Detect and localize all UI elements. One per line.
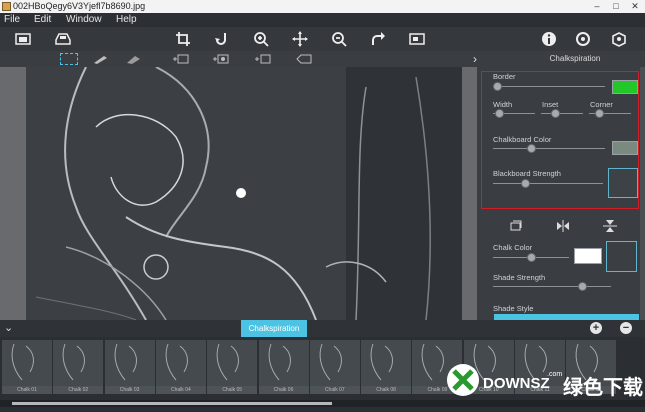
move-icon[interactable] [291, 30, 309, 48]
border-track[interactable] [493, 86, 605, 87]
chalk-color-label: Chalk Color [493, 243, 533, 252]
corner-slider[interactable] [595, 109, 604, 118]
watermark-logo: DOWNSZ .com 绿色下载 [445, 358, 645, 407]
preset-thumbnail-label: Chalk 03 [119, 387, 140, 393]
preset-category-tab[interactable]: Chalkspiration [241, 320, 307, 337]
border-slider[interactable] [493, 82, 502, 91]
chalk-texture-preview[interactable] [606, 241, 637, 272]
preset-thumbnail[interactable]: Chalk 07 [309, 340, 360, 394]
expand-panel-icon[interactable]: › [473, 51, 483, 67]
settings-icon[interactable] [574, 30, 592, 48]
close-button[interactable]: ✕ [626, 0, 644, 13]
remove-preset-button[interactable]: − [620, 322, 632, 334]
zoom-out-icon[interactable] [330, 30, 348, 48]
chalkboard-color-slider[interactable] [526, 144, 536, 153]
chalk-photo[interactable] [26, 67, 462, 320]
preset-thumbnail[interactable]: Chalk 02 [53, 340, 104, 394]
brush-icon[interactable] [92, 53, 110, 65]
chalk-color-swatch[interactable] [574, 248, 602, 264]
presets-bar: ⌄ [0, 320, 645, 337]
preset-thumbnail-label: Chalk 06 [273, 387, 294, 393]
flip-vertical-icon[interactable] [603, 220, 617, 232]
maximize-button[interactable]: □ [607, 0, 625, 13]
preset-thumbnail-label: Chalk 08 [376, 387, 396, 393]
preset-thumbnail-label: Chalk 07 [324, 387, 345, 393]
fit-screen-icon[interactable] [408, 30, 426, 48]
corner-label: Corner [590, 100, 613, 109]
redo-icon[interactable] [369, 30, 387, 48]
watermark-text: DOWNSZ [483, 375, 550, 392]
panel-scrollbar[interactable] [640, 67, 645, 320]
preset-thumbnail-label: Chalk 01 [17, 387, 37, 393]
blackboard-strength-track[interactable] [493, 183, 603, 184]
share-icon[interactable] [610, 30, 628, 48]
rotate-icon[interactable] [213, 30, 231, 48]
add-frame-icon[interactable] [254, 53, 272, 65]
preset-thumbnail[interactable]: Chalk 05 [207, 340, 258, 394]
strip-scroll-thumb[interactable] [12, 402, 332, 405]
shade-strength-slider[interactable] [578, 282, 587, 291]
menu-bar: File Edit Window Help [0, 13, 645, 27]
inset-label: Inset [542, 100, 559, 109]
clear-icon[interactable] [295, 53, 313, 65]
preset-thumbnail[interactable]: Chalk 03 [104, 340, 155, 394]
preset-thumbnail-label: Chalk 05 [222, 387, 243, 393]
blackboard-texture-preview[interactable] [608, 168, 638, 198]
preset-thumbnail[interactable]: Chalk 06 [258, 340, 309, 394]
inset-track[interactable] [541, 113, 583, 114]
chalkboard-color-swatch[interactable] [612, 141, 638, 155]
flip-horizontal-icon[interactable] [556, 220, 570, 232]
eraser-icon[interactable] [125, 53, 143, 65]
inset-slider[interactable] [551, 109, 560, 118]
info-icon[interactable] [540, 30, 558, 48]
window-title: 002HBoQegy6V3Yjefl7b8690.jpg [13, 1, 146, 11]
preset-thumbnail[interactable]: Chalk 04 [155, 340, 206, 394]
add-preset-button[interactable]: + [590, 322, 602, 334]
shade-strength-track[interactable] [493, 286, 611, 287]
shade-style-label: Shade Style [493, 304, 534, 313]
title-bar: 002HBoQegy6V3Yjefl7b8690.jpg – □ ✕ [0, 0, 645, 13]
preset-thumbnail[interactable]: Chalk 01 [2, 340, 52, 394]
menu-file[interactable]: File [4, 13, 20, 27]
minimize-button[interactable]: – [588, 0, 606, 13]
width-label: Width [493, 100, 513, 109]
menu-help[interactable]: Help [116, 13, 137, 27]
menu-window[interactable]: Window [66, 13, 102, 27]
blackboard-strength-slider[interactable] [520, 179, 530, 188]
watermark-suffix: .com [547, 371, 562, 378]
watermark-cn: 绿色下载 [563, 375, 643, 399]
app-icon [2, 2, 11, 11]
add-layer-icon[interactable] [172, 53, 190, 65]
preset-thumbnail[interactable]: Chalk 08 [361, 340, 412, 394]
rect-select-icon[interactable] [60, 53, 78, 65]
main-toolbar [0, 27, 645, 51]
zoom-in-icon[interactable] [252, 30, 270, 48]
menu-edit[interactable]: Edit [34, 13, 51, 27]
image-icon[interactable] [14, 30, 32, 48]
panel-title: Chalkspiration [549, 54, 601, 63]
chalkboard-color-label: Chalkboard Color [493, 135, 552, 144]
blackboard-strength-label: Blackboard Strength [493, 169, 561, 178]
crop-icon[interactable] [174, 30, 192, 48]
rotate-texture-icon[interactable] [509, 220, 523, 232]
preset-thumbnail-label: Chalk 04 [171, 387, 191, 393]
shade-strength-label: Shade Strength [493, 273, 546, 282]
chalkboard-color-track[interactable] [493, 148, 605, 149]
collapse-icon[interactable]: ⌄ [4, 321, 13, 334]
open-tray-icon[interactable] [54, 30, 72, 48]
border-color-swatch[interactable] [612, 80, 638, 94]
border-label: Border [493, 72, 516, 81]
add-mask-icon[interactable] [212, 53, 230, 65]
preset-thumbnail-label: Chalk 02 [68, 387, 89, 393]
